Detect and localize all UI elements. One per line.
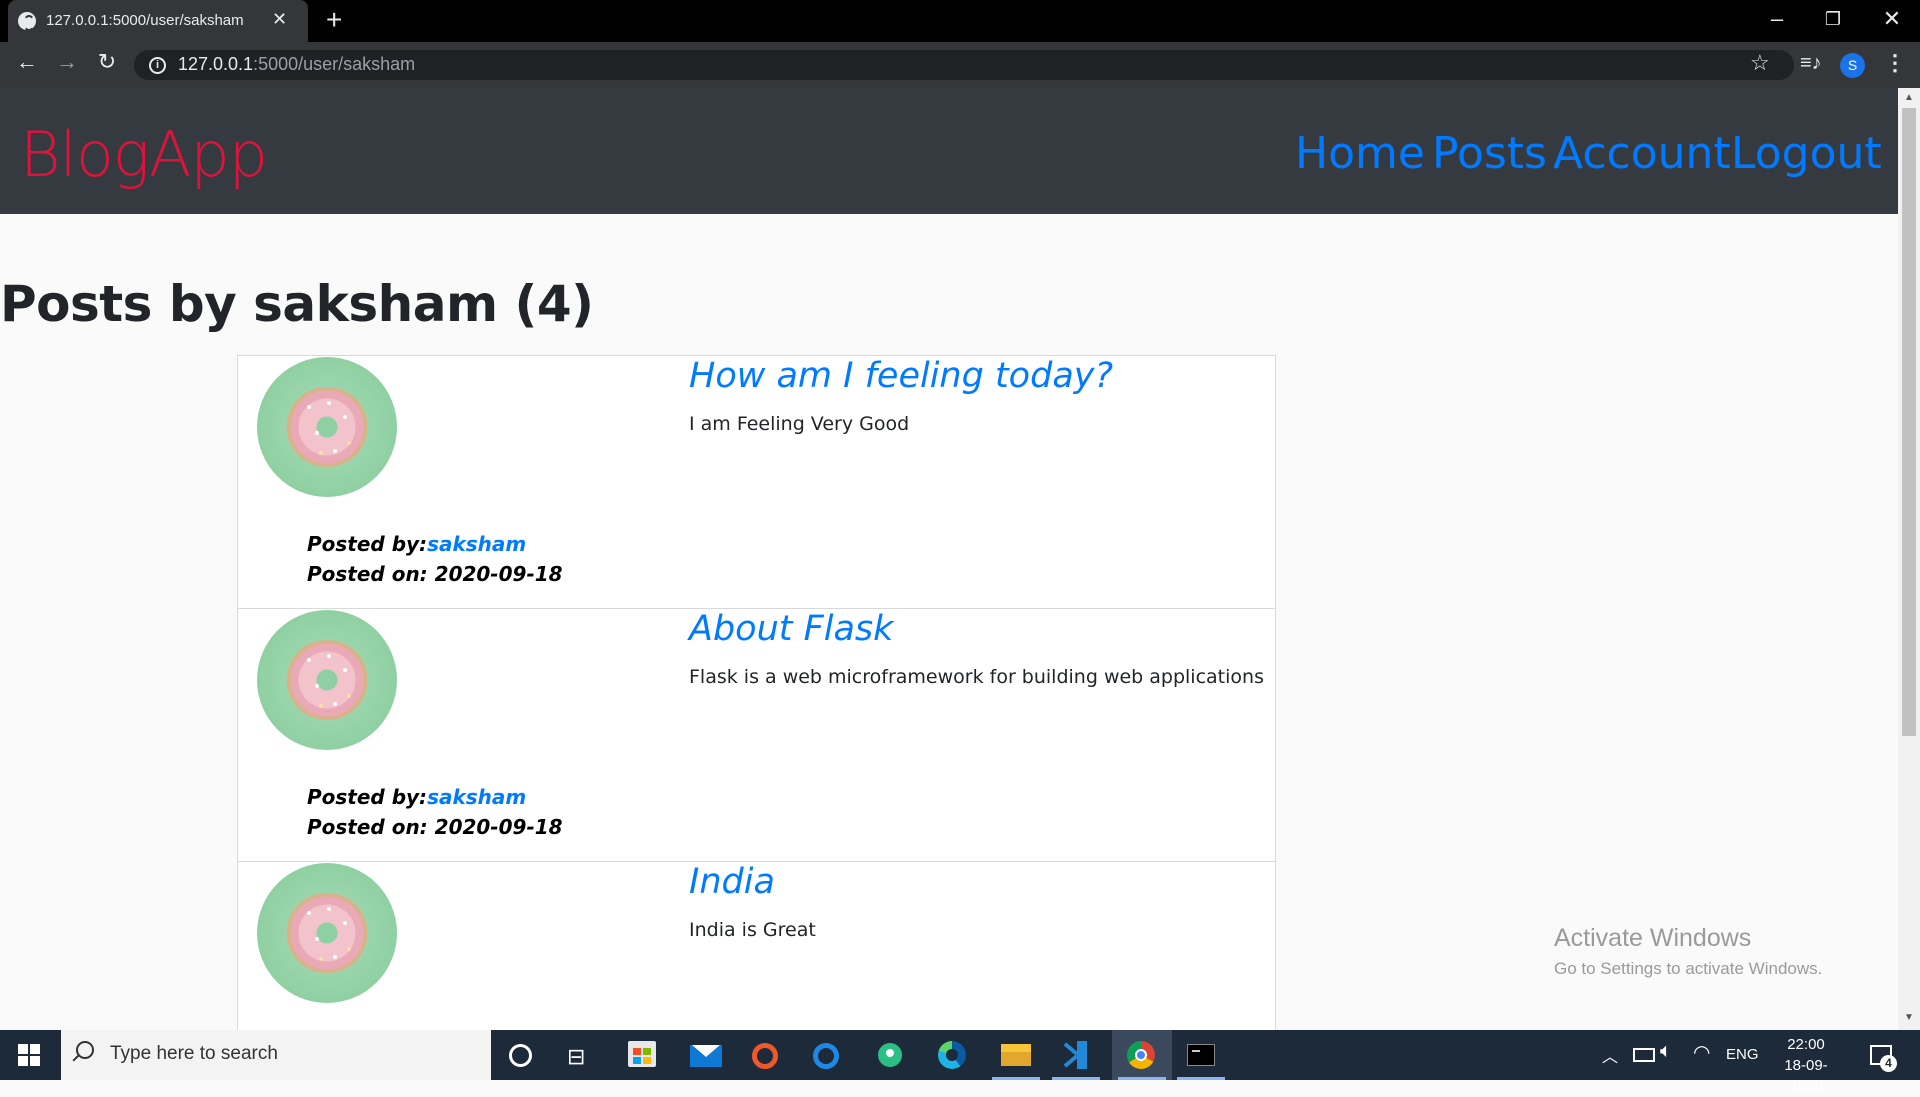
store-icon[interactable] [628, 1041, 656, 1067]
post-body: I am Feeling Very Good [689, 413, 910, 435]
site-info-icon[interactable]: i [149, 57, 166, 74]
terminal-icon[interactable] [1187, 1044, 1215, 1066]
chrome-icon[interactable] [1127, 1041, 1155, 1069]
back-arrow-icon[interactable]: ← [12, 49, 42, 75]
nav-logout-link[interactable]: Logout [1731, 128, 1882, 179]
media-control-icon[interactable]: ≡♪ [1800, 52, 1822, 75]
edge-icon[interactable] [938, 1041, 966, 1069]
posted-by-label: Posted by: [307, 532, 428, 556]
posted-by: Posted by:saksham [307, 532, 526, 556]
post-card: Posted by:saksham Posted on: 2020-09-18 … [237, 355, 1276, 609]
reload-icon[interactable]: ↻ [92, 49, 122, 75]
avatar [257, 863, 397, 1003]
url-host: 127.0.0.1 [178, 54, 254, 74]
language-indicator[interactable]: ENG [1726, 1046, 1759, 1063]
donut-image [285, 640, 369, 720]
scroll-up-icon[interactable]: ▲ [1898, 92, 1920, 103]
mail-icon[interactable] [690, 1045, 722, 1067]
clock-date: 18-09-2020 [1784, 1057, 1828, 1095]
post-title-link[interactable]: About Flask [689, 609, 893, 649]
brand-logo[interactable]: BlogApp [20, 118, 268, 191]
author-link[interactable]: saksham [427, 785, 526, 809]
task-view-icon[interactable]: ⊟ [567, 1044, 585, 1070]
new-tab-icon[interactable]: + [326, 4, 342, 36]
donut-image [285, 893, 369, 973]
tray-chevron-up-icon[interactable]: ︿ [1602, 1043, 1618, 1067]
forward-arrow-icon[interactable]: → [52, 49, 82, 75]
nav-account-link[interactable]: Account [1553, 128, 1731, 179]
file-explorer-icon[interactable] [1001, 1044, 1031, 1066]
minimize-icon[interactable]: – [1757, 6, 1797, 32]
post-title-link[interactable]: How am I feeling today? [689, 356, 1113, 396]
cortana-icon[interactable] [509, 1044, 532, 1067]
search-placeholder: Type here to search [110, 1043, 278, 1064]
url-text[interactable]: 127.0.0.1:5000/user/saksham [178, 54, 415, 75]
tab-close-icon[interactable]: ✕ [272, 9, 287, 30]
nav-posts-link[interactable]: Posts [1432, 128, 1547, 179]
posted-by: Posted by:saksham [307, 785, 526, 809]
restore-icon[interactable]: ❐ [1813, 9, 1853, 30]
scroll-down-icon[interactable]: ▼ [1898, 1012, 1920, 1023]
maps-icon[interactable] [878, 1043, 902, 1067]
taskbar-clock[interactable]: 22:00 18-09-2020 [1771, 1034, 1841, 1097]
page-title: Posts by saksham (4) [0, 275, 594, 333]
avatar [257, 357, 397, 497]
profile-avatar[interactable]: S [1840, 53, 1865, 78]
donut-image [285, 387, 369, 467]
post-body: Flask is a web microframework for buildi… [689, 666, 1264, 688]
author-link[interactable]: saksham [427, 532, 526, 556]
notification-count-badge: 4 [1880, 1055, 1897, 1072]
post-card: India India is Great [237, 861, 1276, 1030]
avatar [257, 610, 397, 750]
activate-windows-subtitle: Go to Settings to activate Windows. [1554, 959, 1823, 978]
scroll-thumb[interactable] [1902, 108, 1916, 736]
app-orange-icon[interactable] [752, 1043, 778, 1069]
app-blue-icon[interactable] [813, 1043, 839, 1069]
vscode-icon[interactable] [1061, 1041, 1089, 1069]
wifi-icon[interactable]: ◠ [1693, 1040, 1710, 1065]
search-icon [76, 1041, 94, 1059]
volume-icon[interactable]: 🔈︎ [1660, 1040, 1672, 1063]
posted-on: Posted on: 2020-09-18 [307, 562, 563, 586]
posted-by-label: Posted by: [307, 785, 428, 809]
post-title-link[interactable]: India [689, 862, 775, 902]
bookmark-star-icon[interactable]: ☆ [1750, 50, 1770, 76]
post-card: Posted by:saksham Posted on: 2020-09-18 … [237, 608, 1276, 862]
post-body: India is Great [689, 919, 816, 941]
window-close-icon[interactable]: ✕ [1872, 6, 1912, 32]
browser-menu-icon[interactable]: ⋮ [1884, 50, 1906, 76]
battery-icon[interactable] [1633, 1048, 1655, 1062]
activate-windows-title: Activate Windows [1554, 924, 1752, 952]
nav-home-link[interactable]: Home [1295, 128, 1425, 179]
windows-start-icon[interactable] [18, 1044, 40, 1066]
url-path: :5000/user/saksham [253, 54, 416, 74]
clock-time: 22:00 [1787, 1036, 1825, 1053]
tab-title: 127.0.0.1:5000/user/saksham [46, 12, 244, 29]
globe-icon [18, 12, 36, 31]
posted-on: Posted on: 2020-09-18 [307, 815, 563, 839]
